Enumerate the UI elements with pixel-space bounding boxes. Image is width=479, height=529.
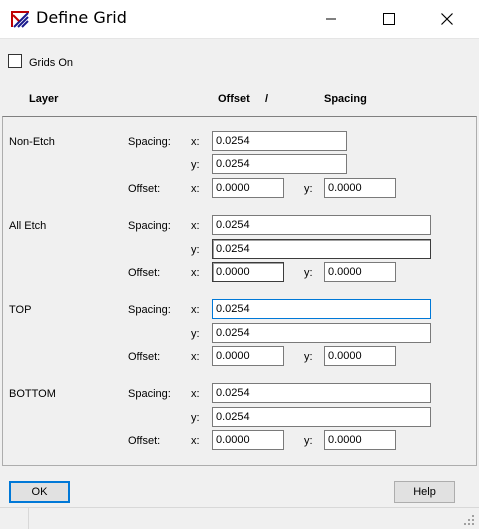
top-spacing-y-input[interactable]: [212, 323, 431, 343]
header-separator: /: [265, 93, 269, 105]
offset-label: Offset:: [128, 183, 161, 195]
offset-label: Offset:: [128, 351, 161, 363]
layer-name: All Etch: [9, 220, 47, 232]
status-bar-separator: [28, 508, 29, 529]
layer-name: BOTTOM: [9, 388, 56, 400]
minimize-button[interactable]: [302, 0, 360, 38]
pcb-grid-app-icon: [11, 11, 29, 28]
spacing-x-label: x:: [191, 220, 200, 232]
offset-label: Offset:: [128, 435, 161, 447]
title-bar: Define Grid: [0, 0, 479, 39]
close-icon: [441, 13, 453, 25]
spacing-y-label: y:: [191, 244, 200, 256]
all-etch-spacing-x-input[interactable]: [212, 215, 431, 235]
offset-x-label: x:: [191, 267, 200, 279]
layer-column-header: Layer: [29, 93, 59, 105]
non-etch-offset-x-input[interactable]: [212, 178, 284, 198]
offset-label: Offset:: [128, 267, 161, 279]
help-button[interactable]: Help: [394, 481, 455, 503]
offset-x-label: x:: [191, 435, 200, 447]
all-etch-spacing-y-input[interactable]: [212, 239, 431, 259]
offset-y-label: y:: [304, 351, 313, 363]
spacing-y-label: y:: [191, 412, 200, 424]
non-etch-spacing-x-input[interactable]: [212, 131, 347, 151]
offset-x-label: x:: [191, 351, 200, 363]
bottom-spacing-x-input[interactable]: [212, 383, 431, 403]
status-bar-divider: [0, 507, 479, 508]
grids-on-checkbox[interactable]: [8, 54, 22, 68]
spacing-x-label: x:: [191, 304, 200, 316]
close-button[interactable]: [418, 0, 476, 38]
offset-x-label: x:: [191, 183, 200, 195]
offset-y-label: y:: [304, 183, 313, 195]
window-title: Define Grid: [36, 8, 127, 27]
spacing-label: Spacing:: [128, 220, 171, 232]
spacing-column-header: Spacing: [324, 93, 367, 105]
maximize-icon: [383, 13, 395, 25]
top-offset-x-input[interactable]: [212, 346, 284, 366]
top-spacing-x-input[interactable]: [212, 299, 431, 319]
offset-column-header: Offset: [218, 93, 250, 105]
spacing-label: Spacing:: [128, 136, 171, 148]
spacing-y-label: y:: [191, 159, 200, 171]
all-etch-offset-x-input[interactable]: [212, 262, 284, 282]
spacing-label: Spacing:: [128, 304, 171, 316]
non-etch-offset-y-input[interactable]: [324, 178, 396, 198]
resize-grip-icon[interactable]: [462, 513, 476, 527]
all-etch-offset-y-input[interactable]: [324, 262, 396, 282]
top-offset-y-input[interactable]: [324, 346, 396, 366]
spacing-x-label: x:: [191, 388, 200, 400]
ok-button[interactable]: OK: [9, 481, 70, 503]
spacing-y-label: y:: [191, 328, 200, 340]
offset-y-label: y:: [304, 435, 313, 447]
bottom-spacing-y-input[interactable]: [212, 407, 431, 427]
offset-y-label: y:: [304, 267, 313, 279]
layer-name: TOP: [9, 304, 32, 316]
layer-name: Non-Etch: [9, 136, 55, 148]
spacing-label: Spacing:: [128, 388, 171, 400]
bottom-offset-y-input[interactable]: [324, 430, 396, 450]
grids-on-label: Grids On: [29, 57, 74, 69]
non-etch-spacing-y-input[interactable]: [212, 154, 347, 174]
spacing-x-label: x:: [191, 136, 200, 148]
bottom-offset-x-input[interactable]: [212, 430, 284, 450]
maximize-button[interactable]: [360, 0, 418, 38]
minimize-icon: [326, 18, 336, 20]
